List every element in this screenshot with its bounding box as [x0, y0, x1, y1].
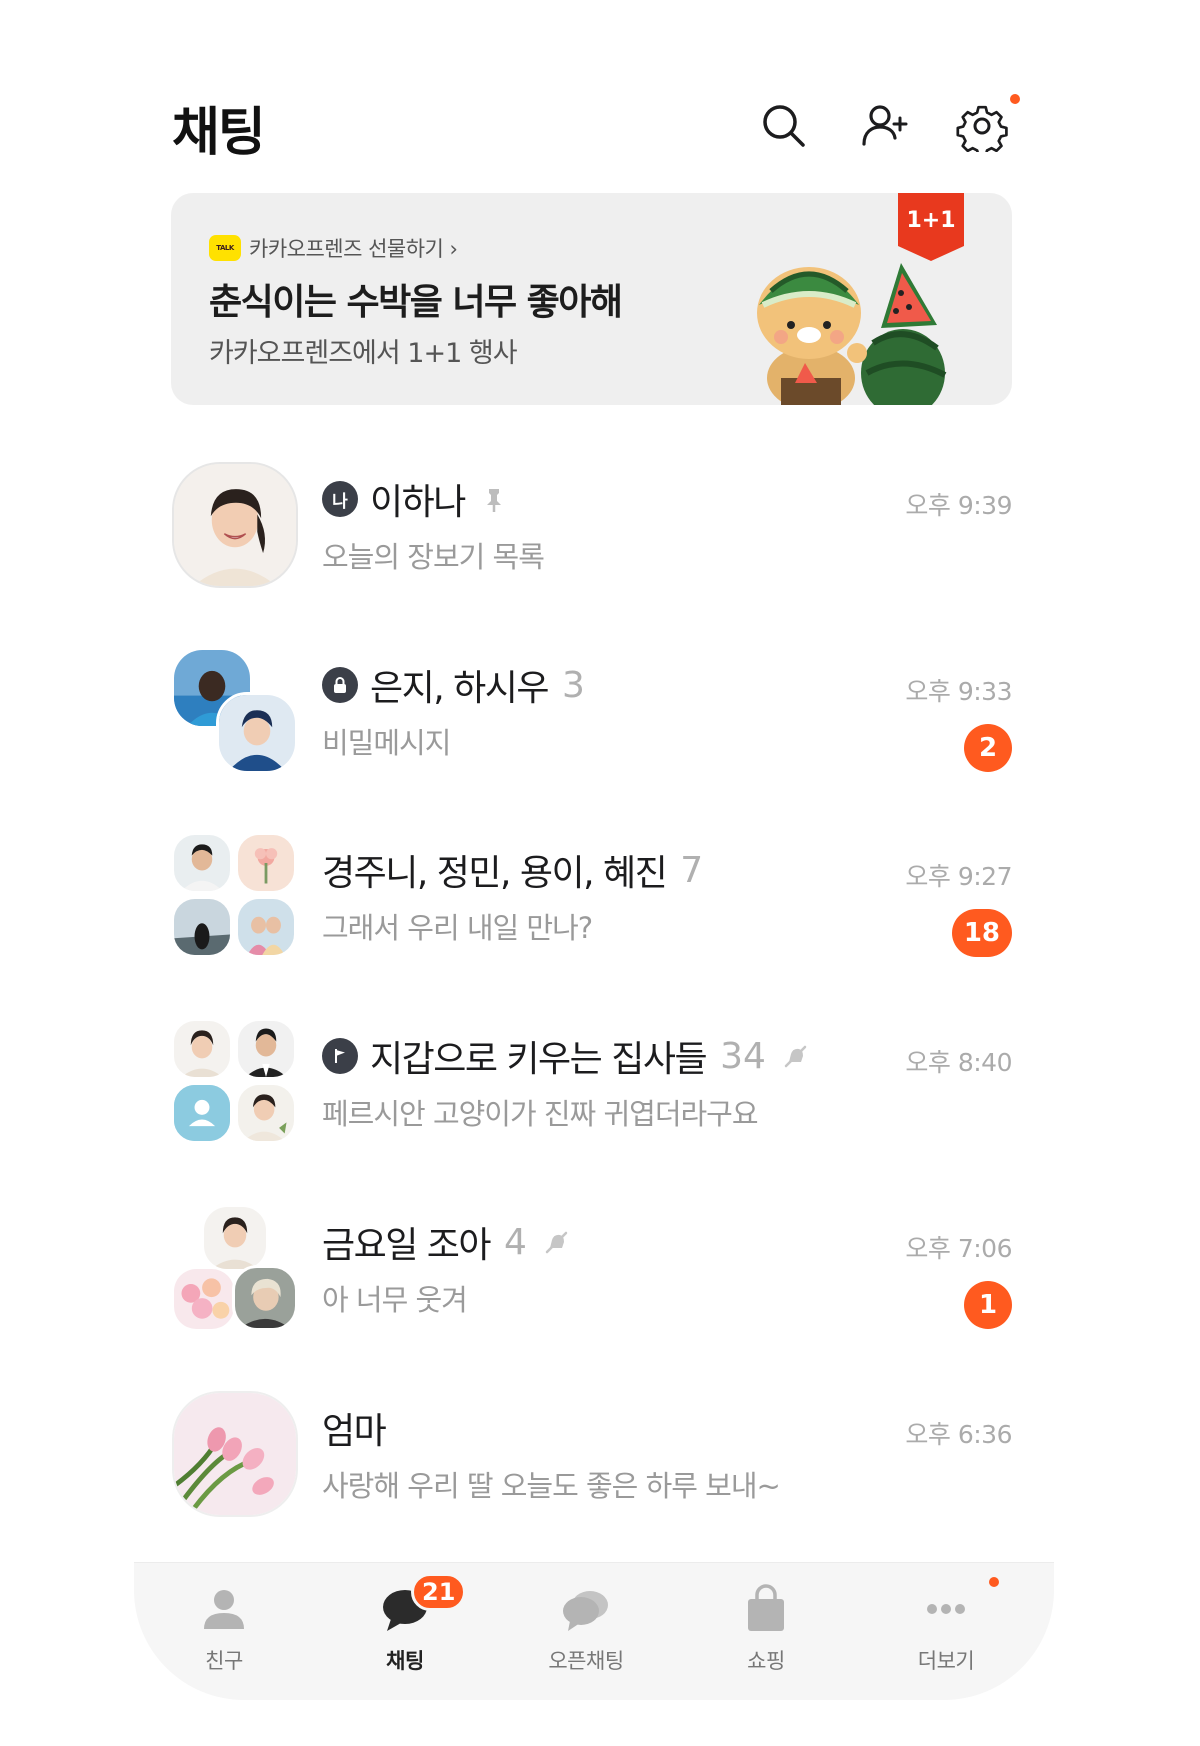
unread-badge: 18	[951, 909, 1012, 957]
profile-photo	[172, 1019, 232, 1079]
chat-preview: 그래서 우리 내일 만나?	[322, 911, 593, 945]
chat-preview: 페르시안 고양이가 진짜 귀엽더라구요	[322, 1097, 759, 1131]
avatar	[172, 462, 298, 588]
profile-photo	[202, 1205, 268, 1271]
profile-photo	[172, 1391, 298, 1517]
avatar-group	[172, 1205, 298, 1331]
tab-open-chat[interactable]: 오픈채팅	[516, 1583, 656, 1693]
chat-name: 은지, 하시우	[370, 668, 550, 709]
chat-row[interactable]: 나 이하나 오늘의 장보기 목록 오후 9:39	[172, 462, 1012, 588]
chat-name: 지갑으로 키우는 집사들	[370, 1039, 708, 1080]
member-count: 7	[680, 849, 704, 891]
profile-photo	[236, 1019, 296, 1079]
mute-icon	[541, 1227, 571, 1257]
profile-photo	[172, 897, 232, 957]
bottom-tab-bar: 친구 21 채팅 오픈채팅 쇼핑 더보기	[134, 1562, 1054, 1700]
banner-source[interactable]: TALK 카카오프렌즈 선물하기 ›	[209, 233, 458, 263]
unread-badge: 2	[964, 724, 1012, 772]
header: 채팅	[172, 86, 1020, 166]
tab-more[interactable]: 더보기	[876, 1577, 1016, 1693]
tab-label: 친구	[205, 1649, 243, 1673]
tab-unread-badge: 21	[411, 1573, 467, 1611]
banner-title: 춘식이는 수박을 너무 좋아해	[209, 282, 623, 323]
tab-chats[interactable]: 21 채팅	[335, 1573, 475, 1693]
profile-photo	[172, 1267, 236, 1331]
page-title: 채팅	[172, 103, 266, 163]
my-chat-icon: 나	[322, 481, 358, 517]
profile-photo	[236, 1083, 296, 1143]
member-count: 3	[562, 664, 585, 706]
chat-row[interactable]: 지갑으로 키우는 집사들 34 페르시안 고양이가 진짜 귀엽더라구요 오후 8…	[172, 1019, 1012, 1144]
shopping-bag-icon	[748, 1584, 784, 1631]
add-friend-icon[interactable]	[858, 100, 910, 152]
profile-photo	[236, 897, 296, 957]
flag-icon	[322, 1038, 358, 1074]
member-count: 34	[720, 1035, 766, 1077]
profile-photo	[232, 1265, 298, 1331]
profile-photo	[236, 833, 296, 893]
chat-name: 경주니, 정민, 용이, 혜진	[322, 853, 668, 894]
avatar-group	[172, 1019, 298, 1145]
chat-preview: 오늘의 장보기 목록	[322, 540, 545, 574]
chat-preview: 아 너무 웃겨	[322, 1283, 468, 1317]
chat-time: 오후 8:40	[905, 1048, 1012, 1077]
open-chat-icon	[563, 1591, 608, 1631]
default-profile-icon	[172, 1083, 232, 1143]
profile-photo	[172, 833, 232, 893]
unread-badge: 1	[964, 1281, 1012, 1329]
chat-row[interactable]: 은지, 하시우 3 비밀메시지 오후 9:33 2	[172, 648, 1012, 774]
chat-time: 오후 6:36	[905, 1420, 1012, 1449]
chat-time: 오후 9:27	[905, 862, 1012, 891]
banner-source-label: 카카오프렌즈 선물하기 ›	[249, 237, 458, 261]
profile-photo	[216, 692, 298, 774]
chat-preview: 비밀메시지	[322, 726, 451, 760]
settings-icon[interactable]	[956, 100, 1008, 152]
tab-label: 더보기	[917, 1649, 975, 1673]
kakaotalk-logo: TALK	[209, 235, 241, 261]
chat-time: 오후 9:39	[905, 491, 1012, 520]
mute-icon	[780, 1041, 810, 1071]
lock-icon	[322, 667, 358, 703]
character-watermelon-image	[757, 263, 947, 405]
more-icon	[927, 1604, 965, 1614]
chat-name: 엄마	[322, 1411, 387, 1452]
chat-preview: 사랑해 우리 딸 오늘도 좋은 하루 보내~	[322, 1469, 781, 1503]
avatar-group	[172, 833, 298, 959]
person-icon	[204, 1590, 244, 1629]
banner-subtitle: 카카오프렌즈에서 1+1 행사	[209, 338, 518, 369]
member-count: 4	[504, 1221, 527, 1263]
chat-time: 오후 7:06	[905, 1234, 1012, 1263]
chat-row[interactable]: 경주니, 정민, 용이, 혜진 7 그래서 우리 내일 만나? 오후 9:27 …	[172, 833, 1012, 958]
chat-name: 이하나	[370, 482, 466, 523]
tab-label: 오픈채팅	[548, 1649, 624, 1673]
tab-friends[interactable]: 친구	[154, 1583, 294, 1693]
chat-row[interactable]: 금요일 조아 4 아 너무 웃겨 오후 7:06 1	[172, 1205, 1012, 1331]
chat-row[interactable]: 엄마 사랑해 우리 딸 오늘도 좋은 하루 보내~ 오후 6:36	[172, 1391, 1012, 1517]
pin-icon	[479, 484, 509, 514]
profile-photo	[174, 464, 296, 586]
more-notification-dot	[989, 1577, 999, 1587]
tab-label: 채팅	[386, 1649, 424, 1673]
avatar	[172, 1391, 298, 1517]
promo-banner[interactable]: TALK 카카오프렌즈 선물하기 › 춘식이는 수박을 너무 좋아해 카카오프렌…	[171, 193, 1012, 405]
chat-time: 오후 9:33	[905, 677, 1012, 706]
chat-name: 금요일 조아	[322, 1225, 492, 1266]
avatar-group	[172, 648, 298, 774]
settings-notification-dot	[1010, 94, 1020, 104]
tab-shopping[interactable]: 쇼핑	[696, 1583, 836, 1693]
tab-label: 쇼핑	[747, 1649, 785, 1673]
search-icon[interactable]	[758, 100, 810, 152]
